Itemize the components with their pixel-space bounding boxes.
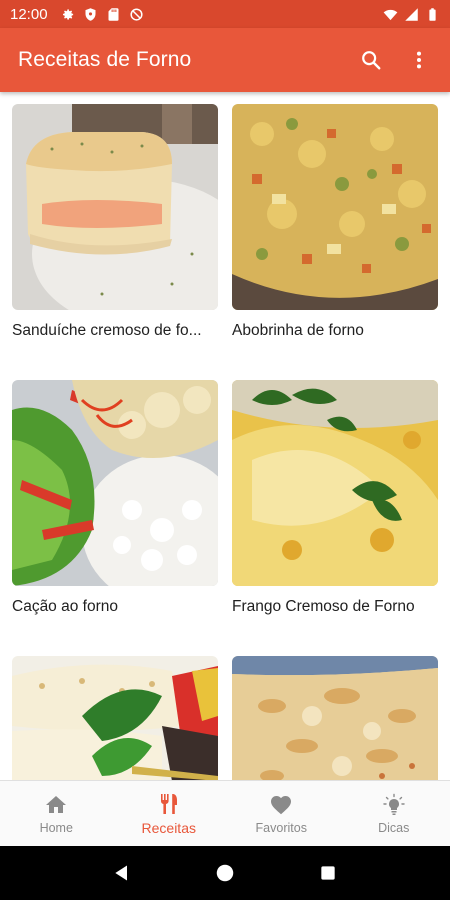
recipe-card[interactable]: Frango Cremoso de Forno	[232, 380, 438, 656]
recipe-title: Sanduíche cremoso de fo...	[12, 322, 202, 339]
gear-icon	[62, 8, 73, 20]
recipe-title: Cação ao forno	[12, 598, 118, 615]
nav-label-favoritos: Favoritos	[255, 820, 307, 835]
recipe-card[interactable]: Cação ao forno	[12, 380, 218, 656]
system-recents-button[interactable]	[313, 858, 343, 888]
recipe-image-creamy-chicken	[232, 380, 438, 586]
back-icon	[114, 865, 127, 881]
cutlery-icon	[160, 793, 177, 814]
recipe-image-fish-with-rice-salad	[12, 380, 218, 586]
search-button[interactable]	[358, 47, 384, 73]
status-time: 12:00	[10, 5, 48, 23]
recipe-image-fish-fillet-with-veggies	[12, 656, 218, 780]
more-options-button[interactable]	[406, 47, 432, 73]
lightbulb-icon	[383, 793, 405, 815]
recipe-card[interactable]: Abobrinha de forno	[232, 104, 438, 380]
recipe-title: Frango Cremoso de Forno	[232, 598, 415, 615]
battery-icon	[429, 7, 436, 21]
recipe-image-zucchini-bake	[232, 104, 438, 310]
wifi-icon	[383, 9, 398, 20]
recipe-card[interactable]	[12, 656, 218, 780]
search-icon	[362, 51, 381, 70]
nav-label-dicas: Dicas	[378, 820, 410, 835]
bottom-navigation: Home Receitas Favoritos Dicas	[0, 780, 450, 846]
recipe-card[interactable]: Sanduíche cremoso de fo...	[12, 104, 218, 380]
signal-icon	[405, 7, 418, 21]
nav-item-favoritos[interactable]: Favoritos	[225, 781, 338, 846]
nav-item-receitas[interactable]: Receitas	[113, 781, 226, 846]
system-back-button[interactable]	[107, 858, 137, 888]
recipe-title: Abobrinha de forno	[232, 322, 364, 339]
recipe-image-gratin	[232, 656, 438, 780]
sd-card-icon	[108, 7, 119, 21]
recipe-image-creamy-sandwich	[12, 104, 218, 310]
nav-item-home[interactable]: Home	[0, 781, 113, 846]
nav-label-home: Home	[39, 820, 73, 835]
system-home-button[interactable]	[210, 858, 240, 888]
home-circle-icon	[216, 864, 234, 882]
status-left-icons	[60, 7, 144, 22]
heart-icon	[271, 795, 292, 814]
recipe-card[interactable]	[232, 656, 438, 780]
status-right-icons	[383, 7, 440, 22]
recents-icon	[321, 866, 335, 880]
app-bar: Receitas de Forno	[0, 28, 450, 92]
more-vert-icon	[416, 51, 422, 69]
app-bar-actions	[358, 47, 432, 73]
no-sync-icon	[129, 7, 143, 21]
system-navigation-bar	[0, 846, 450, 900]
nav-label-receitas: Receitas	[141, 819, 196, 836]
recipe-grid: Sanduíche cremoso de fo... Abobrinha de …	[0, 92, 450, 780]
nav-item-dicas[interactable]: Dicas	[338, 781, 450, 846]
home-icon	[46, 795, 67, 813]
status-bar: 12:00	[0, 0, 450, 28]
app-title: Receitas de Forno	[18, 48, 192, 71]
shield-icon	[85, 7, 96, 21]
